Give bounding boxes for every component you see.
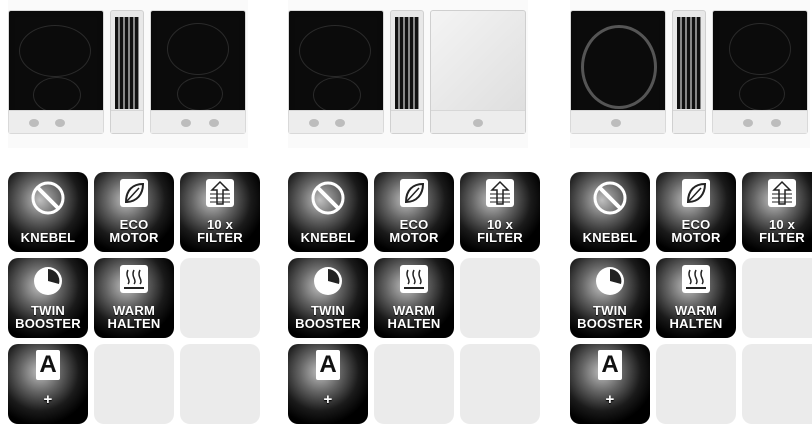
- empty-tile: [656, 344, 736, 424]
- feature-label: +: [323, 391, 333, 408]
- timer-icon: [596, 267, 624, 295]
- feature-label: +: [43, 391, 53, 408]
- cooking-zone: [167, 23, 229, 75]
- feature-label: ECO MOTOR: [389, 217, 439, 245]
- feature-tile-knebel: KNEBEL: [288, 172, 368, 252]
- feature-label: WARM HALTEN: [107, 303, 161, 331]
- feature-tile-eco-motor: ECO MOTOR: [374, 172, 454, 252]
- empty-tile: [94, 344, 174, 424]
- control-strip: [391, 110, 423, 133]
- empty-tile: [180, 258, 260, 338]
- feature-label: ECO MOTOR: [671, 217, 721, 245]
- knob-icon: [31, 181, 65, 215]
- energy-a-icon: A: [316, 350, 340, 380]
- energy-letter: A: [319, 351, 337, 378]
- feature-tile-twin-booster: TWIN BOOSTER: [288, 258, 368, 338]
- filter-icon: [768, 179, 796, 207]
- empty-tile: [374, 344, 454, 424]
- cooking-zone: [177, 77, 223, 111]
- feature-label: WARM HALTEN: [387, 303, 441, 331]
- feature-tile-energy-a-plus: A +: [288, 344, 368, 424]
- feature-tile-warm-halten: WARM HALTEN: [94, 258, 174, 338]
- heat-icon: [120, 265, 148, 293]
- filter-icon: [486, 179, 514, 207]
- feature-label: +: [605, 391, 615, 408]
- cooking-zone: [739, 77, 785, 111]
- energy-a-icon: A: [598, 350, 622, 380]
- feature-tile-eco-motor: ECO MOTOR: [656, 172, 736, 252]
- timer-icon: [314, 267, 342, 295]
- control-strip: [111, 110, 143, 133]
- control-strip: [151, 110, 245, 133]
- control-strip: [9, 110, 103, 133]
- control-strip: [571, 110, 665, 133]
- knob-icon: [311, 181, 345, 215]
- cooktop-module: [712, 10, 808, 134]
- product-column-2: KNEBEL ECO MOTOR 10 x FILTER TWIN BOOSTE…: [288, 0, 540, 424]
- leaf-icon: [400, 179, 428, 207]
- cooking-zone: [729, 23, 791, 75]
- empty-tile: [460, 344, 540, 424]
- control-strip: [673, 110, 705, 133]
- empty-tile: [460, 258, 540, 338]
- feature-label: TWIN BOOSTER: [577, 303, 643, 331]
- timer-icon: [34, 267, 62, 295]
- feature-tile-twin-booster: TWIN BOOSTER: [570, 258, 650, 338]
- control-strip: [431, 110, 525, 133]
- feature-label: 10 x FILTER: [477, 217, 523, 245]
- leaf-icon: [682, 179, 710, 207]
- energy-a-icon: A: [36, 350, 60, 380]
- control-strip: [713, 110, 807, 133]
- cooking-zone: [33, 77, 81, 113]
- feature-tile-knebel: KNEBEL: [570, 172, 650, 252]
- feature-tile-warm-halten: WARM HALTEN: [656, 258, 736, 338]
- cooktop-module: [288, 10, 384, 134]
- product-image-cooktop-vent-teppanyaki[interactable]: [288, 0, 528, 148]
- feature-tile-twin-booster: TWIN BOOSTER: [8, 258, 88, 338]
- feature-tile-filter: 10 x FILTER: [460, 172, 540, 252]
- empty-tile: [742, 258, 812, 338]
- feature-label: WARM HALTEN: [669, 303, 723, 331]
- feature-label: KNEBEL: [582, 230, 638, 245]
- heat-icon: [682, 265, 710, 293]
- cooking-zone: [313, 77, 361, 113]
- cooktop-module: [8, 10, 104, 134]
- empty-tile: [742, 344, 812, 424]
- downdraft-vent: [672, 10, 706, 134]
- knob-icon: [593, 181, 627, 215]
- feature-tile-eco-motor: ECO MOTOR: [94, 172, 174, 252]
- heat-icon: [400, 265, 428, 293]
- feature-tile-energy-a-plus: A +: [8, 344, 88, 424]
- control-strip: [289, 110, 383, 133]
- downdraft-vent: [390, 10, 424, 134]
- feature-tile-knebel: KNEBEL: [8, 172, 88, 252]
- wok-module: [570, 10, 666, 134]
- feature-tile-warm-halten: WARM HALTEN: [374, 258, 454, 338]
- feature-label: ECO MOTOR: [109, 217, 159, 245]
- leaf-icon: [120, 179, 148, 207]
- energy-letter: A: [601, 351, 619, 378]
- product-image-wok-vent-cooktop[interactable]: [570, 0, 810, 148]
- product-column-1: KNEBEL ECO MOTOR 10 x FILTER TWIN BOOSTE…: [8, 0, 260, 424]
- cooking-zone: [19, 25, 91, 77]
- product-column-3: KNEBEL ECO MOTOR 10 x FILTER TWIN BOOSTE…: [570, 0, 812, 424]
- feature-label: TWIN BOOSTER: [295, 303, 361, 331]
- energy-letter: A: [39, 351, 57, 378]
- feature-label: KNEBEL: [20, 230, 76, 245]
- feature-label: 10 x FILTER: [197, 217, 243, 245]
- empty-tile: [180, 344, 260, 424]
- feature-tile-filter: 10 x FILTER: [742, 172, 812, 252]
- feature-label: TWIN BOOSTER: [15, 303, 81, 331]
- downdraft-vent: [110, 10, 144, 134]
- feature-label: KNEBEL: [300, 230, 356, 245]
- feature-tile-energy-a-plus: A +: [570, 344, 650, 424]
- wok-zone: [581, 25, 657, 109]
- cooking-zone: [299, 25, 371, 77]
- teppanyaki-module: [430, 10, 526, 134]
- feature-label: 10 x FILTER: [759, 217, 805, 245]
- filter-icon: [206, 179, 234, 207]
- product-image-cooktop-vent-cooktop[interactable]: [8, 0, 248, 148]
- cooktop-module: [150, 10, 246, 134]
- feature-tile-filter: 10 x FILTER: [180, 172, 260, 252]
